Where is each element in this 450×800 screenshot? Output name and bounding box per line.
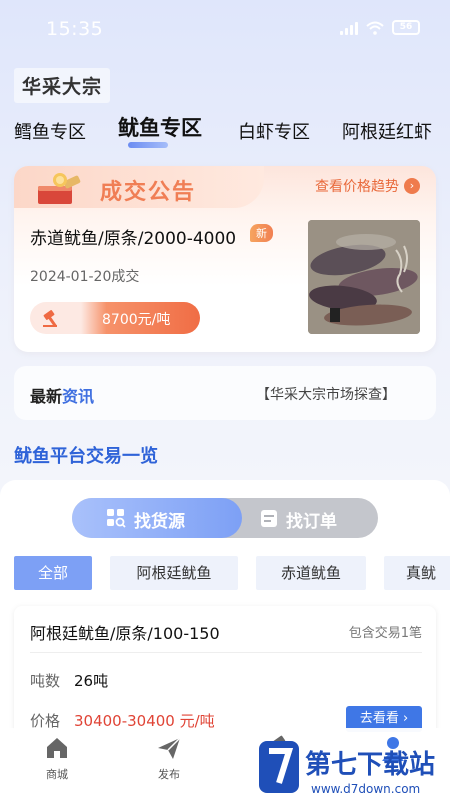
divider — [30, 652, 422, 653]
deal-product-name: 赤道鱿鱼/原条/2000-4000 — [30, 229, 237, 249]
filter-true-squid[interactable]: 真鱿 — [384, 556, 450, 590]
squid-product-image — [308, 220, 420, 334]
gavel-icon — [43, 310, 57, 327]
news-ticker[interactable]: 最新资讯 【华采大宗市场探查】 — [14, 366, 436, 420]
quantity-label: 吨数 — [30, 672, 61, 690]
tab-publish-label: 发布 — [158, 768, 180, 781]
active-tab-indicator — [128, 142, 168, 148]
listing-deal-count: 包含交易1笔 — [348, 626, 422, 641]
switch-supply-label[interactable]: 找货源 — [134, 507, 185, 532]
tab-mall[interactable]: 商城 — [27, 734, 87, 782]
filter-all[interactable]: 全部 — [14, 556, 92, 590]
listing-name: 阿根廷鱿鱼/原条/100-150 — [30, 624, 220, 643]
svg-text:第七下载站: 第七下载站 — [305, 749, 435, 780]
quantity-value: 26吨 — [74, 672, 109, 690]
news-label: 最新资讯 — [30, 387, 95, 406]
chevron-right-icon: › — [404, 178, 420, 194]
clipboard-icon — [261, 510, 277, 527]
section-title: 鱿鱼平台交易一览 — [14, 446, 158, 467]
deal-card-title: 成交公告 — [100, 180, 197, 205]
grid-search-icon — [107, 509, 126, 528]
wifi-icon — [366, 21, 384, 35]
watermark-logo: 第七下载站 www.d7down.com — [259, 741, 435, 796]
status-bar: 15:35 56 — [0, 0, 450, 60]
signal-icon — [340, 21, 358, 35]
brand-title: 华采大宗 — [14, 68, 111, 103]
tab-cod[interactable]: 鳕鱼专区 — [14, 118, 86, 144]
switch-orders-label[interactable]: 找订单 — [286, 507, 337, 532]
tab-squid[interactable]: 鱿鱼专区 — [118, 112, 202, 142]
price-trend-label: 查看价格趋势 — [315, 179, 399, 195]
deal-date: 2024-01-20成交 — [30, 269, 140, 285]
gavel-book-icon — [38, 173, 81, 204]
filter-argentine-squid[interactable]: 阿根廷鱿鱼 — [110, 556, 238, 590]
listing-card[interactable]: 阿根廷鱿鱼/原条/100-150 包含交易1笔 吨数 26吨 价格 30400-… — [14, 606, 436, 746]
price-trend-link[interactable]: 查看价格趋势 › — [315, 176, 420, 196]
svg-text:www.d7down.com: www.d7down.com — [311, 782, 420, 796]
battery-icon: 56 — [392, 20, 420, 35]
category-tabs: 鳕鱼专区 鱿鱼专区 白虾专区 阿根廷红虾 — [0, 112, 450, 148]
news-headline[interactable]: 【华采大宗市场探查】 — [256, 384, 431, 404]
new-badge: 新 — [250, 224, 273, 242]
tab-mall-label: 商城 — [46, 768, 68, 781]
tab-white-shrimp[interactable]: 白虾专区 — [238, 118, 310, 144]
filter-chips: 全部 阿根廷鱿鱼 赤道鱿鱼 真鱿 — [14, 556, 450, 590]
deal-announcement-card[interactable]: 成交公告 查看价格趋势 › 赤道鱿鱼/原条/2000-4000 新 2024-0… — [14, 166, 436, 352]
deal-price: 8700元/吨 — [102, 312, 171, 328]
home-icon — [47, 738, 67, 758]
deal-price-pill: 8700元/吨 — [30, 302, 200, 334]
filter-equatorial-squid[interactable]: 赤道鱿鱼 — [256, 556, 366, 590]
deal-card-header: 成交公告 查看价格趋势 › — [14, 166, 436, 208]
source-order-switcher: 找货源 找订单 — [72, 498, 378, 538]
tab-publish[interactable]: 发布 — [139, 734, 199, 782]
status-time: 15:35 — [46, 18, 104, 40]
tab-argentine-shrimp[interactable]: 阿根廷红虾 — [342, 118, 432, 144]
send-icon — [158, 737, 181, 759]
status-icons: 56 — [340, 20, 420, 35]
